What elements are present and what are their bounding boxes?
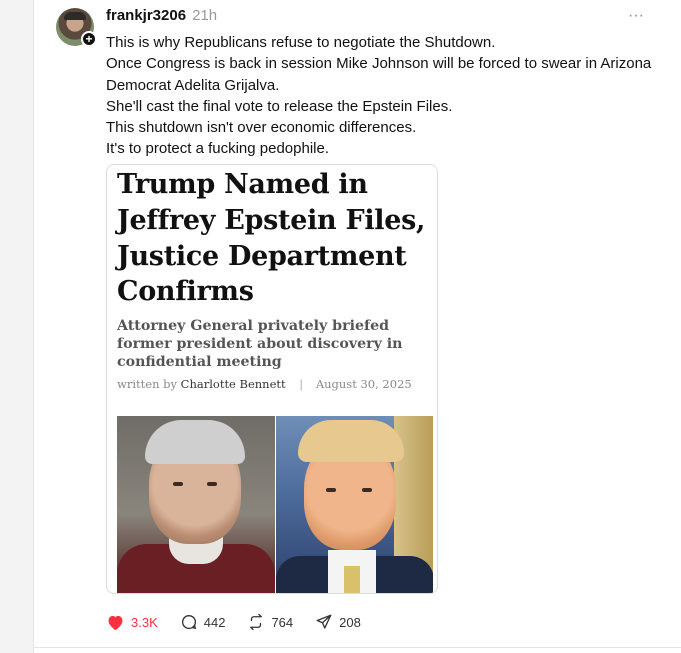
post-text: This is why Republicans refuse to negoti… (106, 32, 666, 160)
subheadline-line: confidential meeting (117, 354, 282, 371)
more-options-icon[interactable]: ··· (628, 7, 644, 25)
post-card: + frankjr3206 21h ··· This is why Republ… (33, 0, 681, 653)
divider (34, 647, 681, 648)
article-byline: written by Charlotte Bennett | August 30… (117, 377, 412, 391)
heart-icon (108, 615, 123, 630)
byline-separator: | (299, 377, 304, 391)
send-icon (316, 614, 332, 629)
repost-button[interactable]: 764 (247, 613, 293, 631)
post-text-line: Democrat Adelita Grijalva. (106, 76, 280, 94)
subheadline-line: former president about discovery in (117, 336, 403, 353)
comment-icon (181, 614, 196, 630)
headline-line: Confirms (117, 276, 254, 308)
article-headline: Trump Named in Jeffrey Epstein Files, Ju… (117, 167, 437, 310)
post-text-line: Once Congress is back in session Mike Jo… (106, 55, 652, 73)
post-text-line: It's to protect a fucking pedophile. (106, 140, 330, 158)
timestamp[interactable]: 21h (192, 7, 217, 24)
headline-line: Trump Named in (117, 169, 368, 200)
byline-prefix: written by (117, 377, 177, 391)
post-text-line: This shutdown isn't over economic differ… (106, 119, 417, 137)
comment-count: 442 (203, 614, 226, 630)
subheadline-line: Attorney General privately briefed (117, 318, 390, 334)
post-header: frankjr3206 21h (106, 7, 217, 24)
comment-button[interactable]: 442 (180, 613, 226, 631)
article-subheadline: Attorney General privately briefed forme… (117, 317, 437, 372)
post-text-line: This is why Republicans refuse to negoti… (106, 34, 496, 51)
repost-count: 764 (271, 614, 294, 630)
photo-right (275, 416, 433, 593)
photo-left (117, 416, 275, 593)
username[interactable]: frankjr3206 (106, 7, 186, 24)
share-button[interactable]: 208 (315, 613, 361, 631)
article-image-embed[interactable]: Trump Named in Jeffrey Epstein Files, Ju… (106, 164, 438, 594)
like-count: 3.3K (131, 614, 158, 630)
repost-icon (250, 613, 263, 631)
article-photos (117, 416, 433, 593)
headline-line: Justice Department (117, 240, 407, 272)
like-button[interactable]: 3.3K (106, 614, 158, 631)
byline-author: Charlotte Bennett (180, 377, 286, 391)
post-actions: 3.3K 442 764 208 (106, 613, 383, 631)
post-text-line: She'll cast the final vote to release th… (106, 97, 453, 115)
headline-line: Jeffrey Epstein Files, (117, 204, 426, 236)
byline-date: August 30, 2025 (315, 377, 412, 391)
share-count: 208 (339, 614, 361, 630)
follow-plus-icon[interactable]: + (81, 31, 97, 47)
